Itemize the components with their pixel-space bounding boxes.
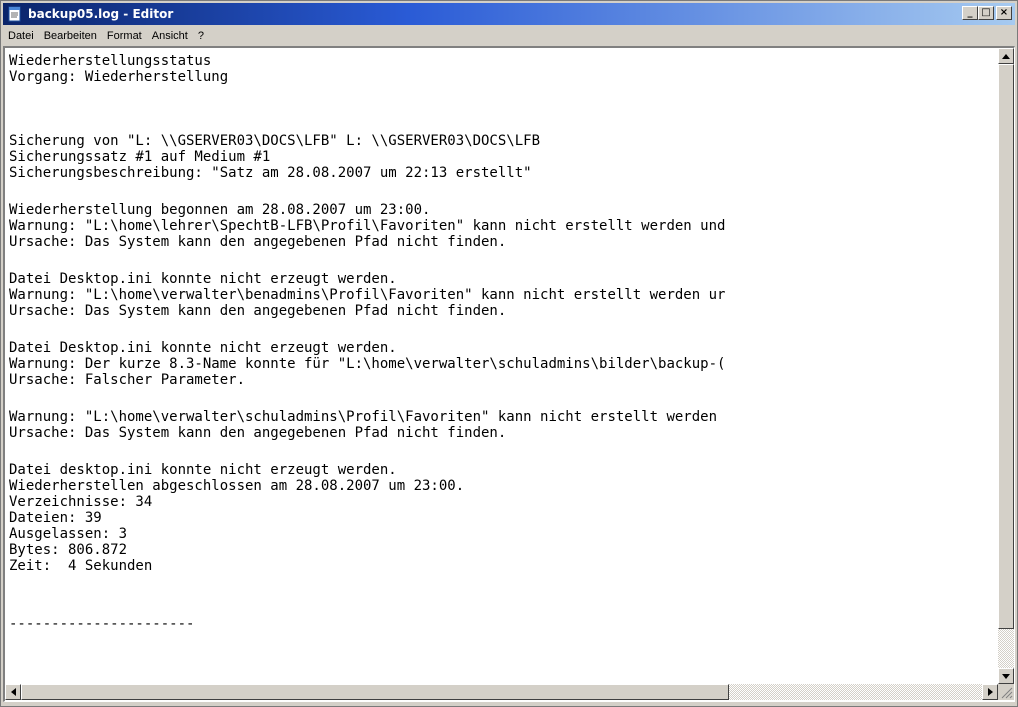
notepad-icon: [7, 6, 23, 22]
document-line: Ursache: Das System kann den angegebenen…: [9, 234, 507, 250]
document-line: Ausgelassen: 3: [9, 526, 128, 542]
document-line: Verzeichnisse: 34: [9, 494, 153, 510]
document-line: Bytes: 806.872: [9, 542, 128, 558]
scroll-right-button[interactable]: [982, 684, 998, 700]
document-line: Sicherung von "L: \\GSERVER03\DOCS\LFB" …: [9, 133, 541, 149]
document-line: Sicherungsbeschreibung: "Satz am 28.08.2…: [9, 165, 532, 181]
menu-datei[interactable]: Datei: [3, 30, 39, 42]
document-line: ----------------------: [9, 616, 195, 632]
scroll-right-icon: [987, 688, 993, 696]
scroll-left-button[interactable]: [5, 684, 21, 700]
scroll-left-icon: [10, 688, 16, 696]
document-line: Datei Desktop.ini konnte nicht erzeugt w…: [9, 271, 397, 287]
close-icon: ×: [999, 7, 1009, 18]
document-line: Vorgang: Wiederherstellung: [9, 69, 229, 85]
document-line: Ursache: Das System kann den angegebenen…: [9, 303, 507, 319]
document-line: Warnung: Der kurze 8.3-Name konnte für "…: [9, 356, 726, 372]
scroll-down-icon: [1002, 673, 1010, 679]
vertical-scrollbar[interactable]: [998, 48, 1014, 684]
minimize-icon: _: [967, 7, 973, 18]
document-line: Datei Desktop.ini konnte nicht erzeugt w…: [9, 340, 397, 356]
menu-help[interactable]: ?: [193, 30, 209, 42]
notepad-window: backup05.log - Editor _ □ × Datei Bearbe…: [0, 0, 1018, 707]
document-line: Ursache: Falscher Parameter.: [9, 372, 246, 388]
menu-bearbeiten[interactable]: Bearbeiten: [39, 30, 102, 42]
maximize-icon: □: [981, 7, 991, 18]
scroll-down-button[interactable]: [998, 668, 1014, 684]
horizontal-scroll-thumb[interactable]: [21, 684, 729, 700]
close-button[interactable]: ×: [996, 6, 1012, 20]
document-line: Ursache: Das System kann den angegebenen…: [9, 425, 507, 441]
horizontal-scrollbar[interactable]: [5, 684, 998, 700]
scroll-up-icon: [1002, 53, 1010, 59]
text-editor[interactable]: Wiederherstellungsstatus Vorgang: Wiederh…: [5, 48, 997, 683]
minimize-button[interactable]: _: [962, 6, 978, 20]
document-line: Warnung: "L:\home\lehrer\SpechtB-LFB\Pro…: [9, 218, 726, 234]
menu-bar: Datei Bearbeiten Format Ansicht ?: [3, 26, 1015, 45]
size-grip-icon: [1001, 687, 1013, 699]
document-line: Dateien: 39: [9, 510, 102, 526]
size-grip[interactable]: [998, 684, 1014, 700]
scroll-up-button[interactable]: [998, 48, 1014, 64]
maximize-button[interactable]: □: [978, 6, 994, 20]
title-bar[interactable]: backup05.log - Editor _ □ ×: [3, 3, 1015, 25]
document-line: Zeit: 4 Sekunden: [9, 558, 153, 574]
editor-frame: Wiederherstellungsstatus Vorgang: Wiederh…: [3, 46, 1015, 702]
document-line: Datei desktop.ini konnte nicht erzeugt w…: [9, 462, 397, 478]
document-line: Wiederherstellung begonnen am 28.08.2007…: [9, 202, 431, 218]
document-line: Warnung: "L:\home\verwalter\benadmins\Pr…: [9, 287, 726, 303]
document-line: Warnung: "L:\home\verwalter\schuladmins\…: [9, 409, 718, 425]
window-title: backup05.log - Editor: [28, 7, 174, 21]
menu-format[interactable]: Format: [102, 30, 147, 42]
vertical-scroll-thumb[interactable]: [998, 64, 1014, 629]
document-line: Sicherungssatz #1 auf Medium #1: [9, 149, 271, 165]
caption-buttons: _ □ ×: [962, 6, 1012, 20]
document-line: Wiederherstellen abgeschlossen am 28.08.…: [9, 478, 465, 494]
menu-ansicht[interactable]: Ansicht: [147, 30, 193, 42]
document-line: Wiederherstellungsstatus: [9, 53, 212, 69]
